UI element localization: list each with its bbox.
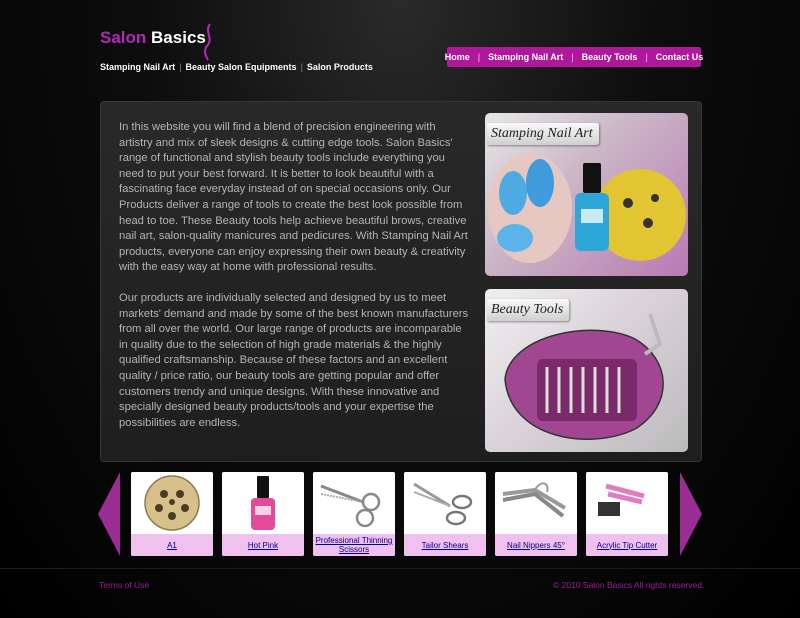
main-navigation: Home | Stamping Nail Art | Beauty Tools … (445, 47, 704, 67)
product-name-thinning-scissors[interactable]: Professional Thinning Scissors (313, 534, 395, 556)
nav-stamping-nail-art[interactable]: Stamping Nail Art (488, 52, 563, 62)
product-name-hot-pink[interactable]: Hot Pink (222, 534, 304, 556)
logo-swirl-icon (204, 23, 211, 61)
content-panel: In this website you will find a blend of… (100, 101, 702, 462)
feature-stamping-nail-art[interactable]: Stamping Nail Art (485, 113, 688, 276)
nav-separator: | (645, 52, 648, 62)
intro-paragraph-2: Our products are individually selected a… (119, 291, 469, 429)
product-name-tip-cutter[interactable]: Acrylic Tip Cutter (586, 534, 668, 556)
subnav-stamping-nail-art[interactable]: Stamping Nail Art (100, 62, 175, 72)
intro-paragraph-1: In this website you will find a blend of… (119, 121, 468, 274)
subnav-separator: | (179, 62, 182, 72)
subnav-salon-products[interactable]: Salon Products (307, 62, 373, 72)
nav-beauty-tools[interactable]: Beauty Tools (582, 52, 638, 62)
nav-home[interactable]: Home (445, 52, 470, 62)
sub-navigation: Stamping Nail Art | Beauty Salon Equipment… (100, 62, 373, 72)
product-card-tip-cutter[interactable]: Acrylic Tip Cutter (586, 472, 668, 556)
thinning-scissors-icon (320, 484, 381, 528)
feature-label-stamping: Stamping Nail Art (487, 123, 599, 145)
carousel-prev-arrow-icon[interactable] (98, 472, 120, 556)
carousel-next-arrow-icon[interactable] (680, 472, 702, 556)
stamping-plate-icon (144, 475, 200, 531)
product-name-tailor-shears[interactable]: Tailor Shears (404, 534, 486, 556)
tailor-shears-icon (413, 482, 473, 526)
nav-separator: | (477, 52, 481, 62)
logo-text-salon: Salon (100, 28, 147, 47)
product-card-nail-nippers[interactable]: Nail Nippers 45° (495, 472, 577, 556)
subnav-beauty-salon-equipments[interactable]: Beauty Salon Equipments (186, 62, 297, 72)
subnav-separator: | (300, 62, 303, 72)
feature-label-beauty-tools: Beauty Tools (487, 299, 570, 321)
logo[interactable]: Salon Basics (100, 28, 206, 48)
product-card-hot-pink[interactable]: Hot Pink (222, 472, 304, 556)
product-card-tailor-shears[interactable]: Tailor Shears (404, 472, 486, 556)
product-name-a1[interactable]: A1 (131, 534, 213, 556)
product-card-a1[interactable]: A1 (131, 472, 213, 556)
nav-separator: | (571, 52, 574, 62)
copyright-text: © 2010 Salon Basics All rights reserved. (553, 580, 705, 590)
logo-text-basics: Basics (151, 28, 206, 47)
product-name-nail-nippers[interactable]: Nail Nippers 45° (495, 534, 577, 556)
footer-divider (0, 568, 800, 569)
product-card-thinning-scissors[interactable]: Professional Thinning Scissors (313, 472, 395, 556)
tip-cutter-icon (598, 483, 645, 516)
intro-copy: In this website you will find a blend of… (119, 120, 469, 431)
nav-contact-us[interactable]: Contact Us (656, 52, 704, 62)
nail-polish-icon (251, 476, 275, 530)
nail-nippers-icon (502, 482, 567, 518)
terms-of-use-link[interactable]: Terms of Use (99, 580, 149, 590)
feature-beauty-tools[interactable]: Beauty Tools (485, 289, 688, 452)
